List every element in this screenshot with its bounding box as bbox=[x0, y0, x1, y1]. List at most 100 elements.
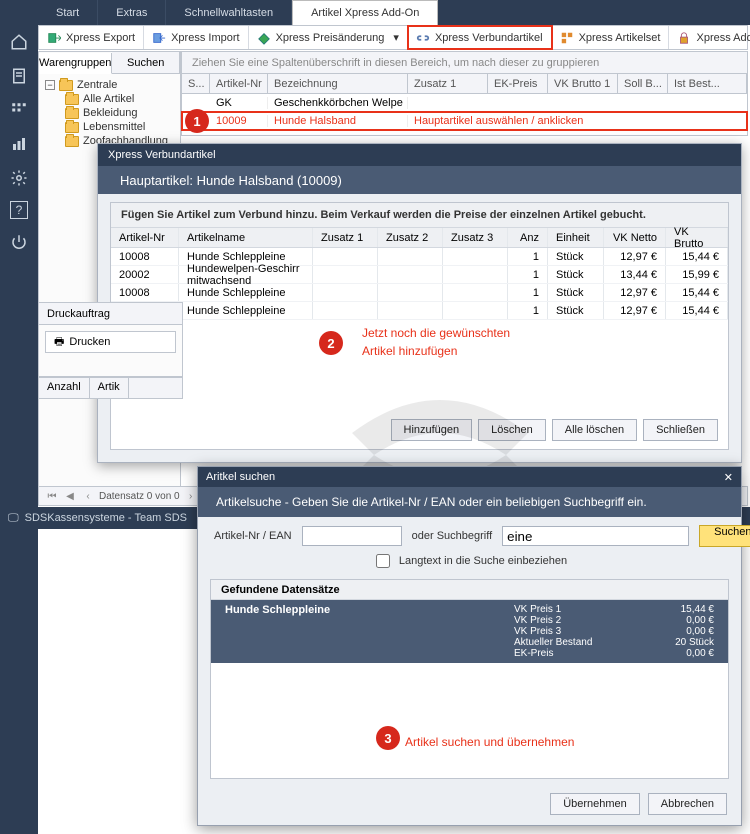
subtab-anzahl[interactable]: Anzahl bbox=[39, 378, 90, 398]
tree-item[interactable]: Alle Artikel bbox=[43, 92, 176, 106]
folder-icon bbox=[65, 94, 79, 105]
btn-add[interactable]: Hinzufügen bbox=[391, 419, 473, 441]
dialog-verbund-subtitle: Hauptartikel: Hunde Halsband (10009) bbox=[98, 166, 741, 194]
verbund-row[interactable]: 20002Hundewelpen-Geschirr mitwachsend1St… bbox=[111, 266, 728, 284]
group-hint: Ziehen Sie eine Spaltenüberschrift in di… bbox=[182, 52, 747, 74]
tab-warengruppen[interactable]: Warengruppen bbox=[39, 53, 112, 74]
annotation-2-text: Jetzt noch die gewünschten Artikel hinzu… bbox=[362, 324, 510, 360]
print-panel: Druckauftrag 🖶Drucken bbox=[38, 302, 183, 377]
ribbon-price[interactable]: Xpress Preisänderung▾ bbox=[249, 26, 408, 49]
vcol-z3[interactable]: Zusatz 3 bbox=[443, 228, 508, 247]
dialog-search: Aritkel suchen ✕ Artikelsuche - Geben Si… bbox=[197, 466, 742, 826]
col-name[interactable]: Bezeichnung bbox=[268, 74, 408, 93]
ribbon-export[interactable]: Xpress Export bbox=[39, 26, 144, 49]
btn-uebernehmen[interactable]: Übernehmen bbox=[550, 793, 640, 815]
result-row[interactable]: Hunde Schleppleine VK Preis 115,44 €VK P… bbox=[211, 600, 728, 663]
chart-icon[interactable] bbox=[8, 133, 30, 155]
col-soll[interactable]: Soll B... bbox=[618, 74, 668, 93]
ribbon-deactivate[interactable]: Xpress Add-On deaktivieren bbox=[669, 26, 750, 49]
help-icon[interactable]: ? bbox=[10, 201, 28, 219]
link-icon bbox=[416, 31, 430, 45]
search-button[interactable]: Suchen bbox=[699, 525, 750, 547]
result-name: Hunde Schleppleine bbox=[225, 604, 514, 659]
btn-delete[interactable]: Löschen bbox=[478, 419, 546, 441]
vcol-anz[interactable]: Anz bbox=[508, 228, 548, 247]
menu-tab-extras[interactable]: Extras bbox=[98, 0, 166, 25]
label-suchbegriff: oder Suchbegriff bbox=[412, 530, 493, 542]
subtab-artik[interactable]: Artik bbox=[90, 378, 129, 398]
btn-abbrechen[interactable]: Abbrechen bbox=[648, 793, 727, 815]
search-form: Artikel-Nr / EAN oder Suchbegriff Suchen bbox=[198, 517, 741, 551]
doc-icon[interactable] bbox=[8, 65, 30, 87]
pager-next2[interactable]: › bbox=[184, 489, 198, 503]
dialog-search-titlebar: Aritkel suchen ✕ bbox=[198, 467, 741, 487]
ribbon-verbund[interactable]: Xpress Verbundartikel bbox=[408, 26, 552, 49]
vcol-name[interactable]: Artikelname bbox=[179, 228, 313, 247]
dialog-search-subtitle: Artikelsuche - Geben Sie die Artikel-Nr … bbox=[198, 487, 741, 517]
col-ek[interactable]: EK-Preis bbox=[488, 74, 548, 93]
col-z1[interactable]: Zusatz 1 bbox=[408, 74, 488, 93]
pager-text: Datensatz 0 von 0 bbox=[99, 491, 180, 502]
grid-row[interactable]: GK Geschenkkörbchen Welpe bbox=[182, 94, 747, 112]
power-icon[interactable] bbox=[8, 231, 30, 253]
annotation-marker-3: 3 bbox=[376, 726, 400, 750]
minus-icon: − bbox=[45, 80, 55, 90]
menu-tab-start[interactable]: Start bbox=[38, 0, 98, 25]
vcol-z1[interactable]: Zusatz 1 bbox=[313, 228, 378, 247]
pager-prev[interactable]: ◀ bbox=[63, 489, 77, 503]
gear-icon[interactable] bbox=[8, 167, 30, 189]
tree-item[interactable]: Bekleidung bbox=[43, 106, 176, 120]
vcol-ein[interactable]: Einheit bbox=[548, 228, 604, 247]
ribbon-import[interactable]: Xpress Import bbox=[144, 26, 248, 49]
annotation-marker-2: 2 bbox=[319, 331, 343, 355]
annotation-marker-1: 1 bbox=[185, 109, 209, 133]
dialog-verbund: Xpress Verbundartikel Hauptartikel: Hund… bbox=[97, 143, 742, 463]
menu-tab-schnellwahl[interactable]: Schnellwahltasten bbox=[166, 0, 292, 25]
pager-first[interactable]: ⏮ bbox=[45, 489, 59, 503]
status-icon: 🖵 bbox=[8, 512, 19, 525]
col-ist[interactable]: Ist Best... bbox=[668, 74, 747, 93]
menu-tab-xpress[interactable]: Artikel Xpress Add-On bbox=[292, 0, 438, 25]
folder-icon bbox=[65, 122, 79, 133]
verbund-row[interactable]: 10008Hunde Schleppleine1Stück12,97 €15,4… bbox=[111, 284, 728, 302]
vcol-nr[interactable]: Artikel-Nr bbox=[111, 228, 179, 247]
col-s[interactable]: S... bbox=[182, 74, 210, 93]
checkbox-label: Langtext in die Suche einbeziehen bbox=[399, 555, 567, 567]
tree-item[interactable]: Lebensmittel bbox=[43, 120, 176, 134]
search-results: Gefundene Datensätze Hunde Schleppleine … bbox=[210, 579, 729, 779]
input-suchbegriff[interactable] bbox=[502, 526, 689, 546]
folder-icon bbox=[65, 108, 79, 119]
grid-row-highlight[interactable]: 10009 Hunde Halsband Hauptartikel auswäh… bbox=[182, 112, 747, 130]
vcol-z2[interactable]: Zusatz 2 bbox=[378, 228, 443, 247]
pager-prev2[interactable]: ‹ bbox=[81, 489, 95, 503]
result-kv: Aktueller Bestand20 Stück bbox=[514, 637, 714, 648]
chevron-down-icon: ▾ bbox=[393, 31, 399, 44]
annotation-1-text: Hauptartikel auswählen / anklicken bbox=[408, 115, 747, 127]
export-icon bbox=[47, 31, 61, 45]
col-vk[interactable]: VK Brutto 1 bbox=[548, 74, 618, 93]
home-icon[interactable] bbox=[8, 31, 30, 53]
vcol-net[interactable]: VK Netto bbox=[604, 228, 666, 247]
ribbon-set[interactable]: Xpress Artikelset bbox=[552, 26, 670, 49]
grid-icon[interactable] bbox=[8, 99, 30, 121]
print-button[interactable]: 🖶Drucken bbox=[45, 331, 176, 353]
tree-root[interactable]: −Zentrale bbox=[43, 78, 176, 92]
input-artnr[interactable] bbox=[302, 526, 402, 546]
left-tabs: Warengruppen Suchen bbox=[39, 52, 180, 74]
result-kv: EK-Preis0,00 € bbox=[514, 648, 714, 659]
dialog-verbund-title: Xpress Verbundartikel bbox=[98, 144, 741, 166]
result-kv: VK Preis 30,00 € bbox=[514, 626, 714, 637]
checkbox-langtext[interactable] bbox=[376, 554, 390, 568]
results-header: Gefundene Datensätze bbox=[211, 580, 728, 600]
status-text: SDSKassensysteme - Team SDS bbox=[25, 512, 187, 524]
btn-delete-all[interactable]: Alle löschen bbox=[552, 419, 637, 441]
close-icon[interactable]: ✕ bbox=[724, 471, 733, 484]
col-nr[interactable]: Artikel-Nr bbox=[210, 74, 268, 93]
label-artnr: Artikel-Nr / EAN bbox=[214, 530, 292, 542]
side-iconstrip: ? bbox=[0, 25, 38, 834]
btn-close[interactable]: Schließen bbox=[643, 419, 718, 441]
verbund-hint: Fügen Sie Artikel zum Verbund hinzu. Bei… bbox=[111, 203, 728, 228]
vcol-br[interactable]: VK Brutto bbox=[666, 228, 728, 247]
tab-suchen[interactable]: Suchen bbox=[112, 52, 180, 73]
verbund-row[interactable]: 10008Hunde Schleppleine1Stück12,97 €15,4… bbox=[111, 302, 728, 320]
